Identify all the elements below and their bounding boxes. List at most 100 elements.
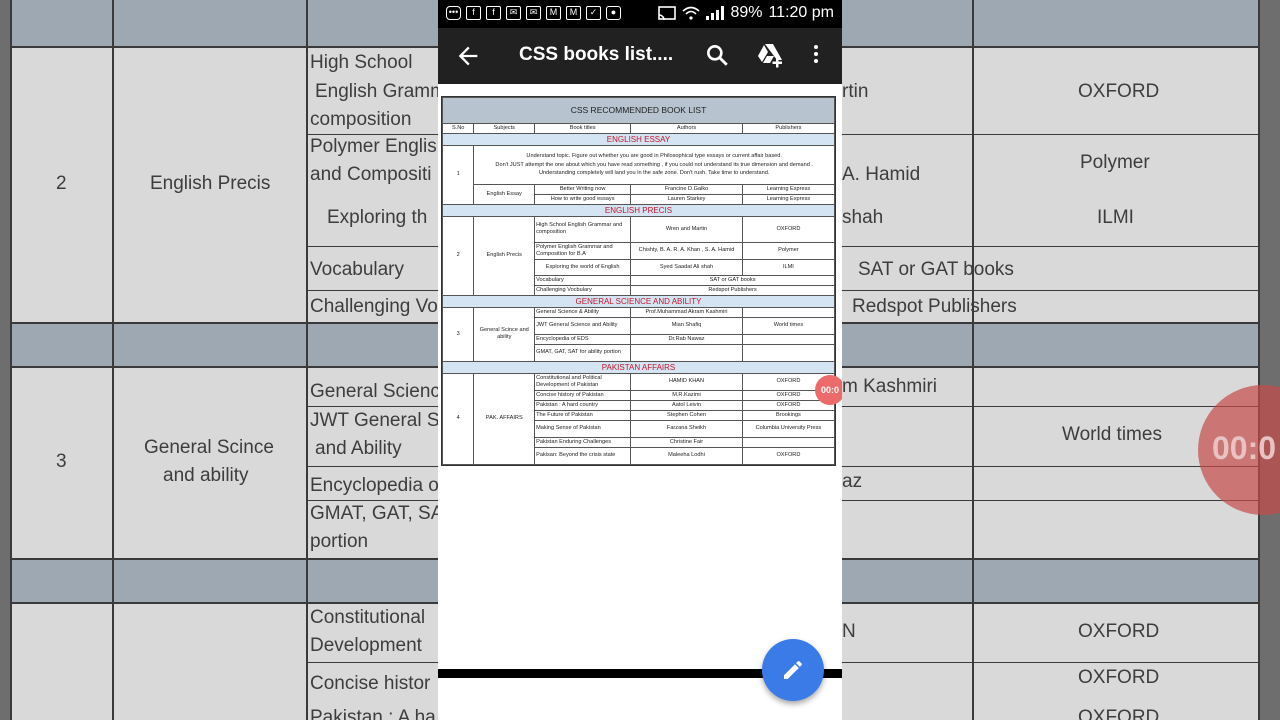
background-divider xyxy=(10,0,12,720)
book-author: Prof.Muhammad Akram Kashmiri xyxy=(630,306,743,318)
book-publisher xyxy=(741,306,836,318)
book-publisher: OXFORD xyxy=(741,446,836,465)
book-note: SAT or GAT books xyxy=(630,274,835,286)
book-publisher: Columbia University Press xyxy=(741,419,836,438)
document-title: CSS books list.... xyxy=(519,44,674,65)
book-publisher xyxy=(741,436,836,448)
book-title: Pakistan Enduring Challenges xyxy=(534,436,632,448)
background-text: Challenging Vo xyxy=(310,296,438,317)
book-title: Encyclopedia of EDS xyxy=(534,333,632,345)
background-text: General Scince xyxy=(144,437,274,458)
book-author: Wren and Martin xyxy=(630,215,743,243)
book-author: HAMID KHAN xyxy=(630,372,743,391)
background-divider xyxy=(972,0,974,720)
background-text: rtin xyxy=(842,81,869,102)
background-text: Polymer xyxy=(1080,152,1150,173)
book-author: Lauren Starkey xyxy=(630,193,743,205)
background-text: and Ability xyxy=(315,438,402,459)
status-right: 89% 11:20 pm xyxy=(658,4,834,22)
book-title: High School English Grammar and composit… xyxy=(534,215,632,243)
background-text: N xyxy=(842,621,856,642)
book-author: Aatol Leivin xyxy=(630,399,743,411)
subject-cell: English Essay xyxy=(473,183,536,205)
background-text: OXFORD xyxy=(1078,707,1160,720)
section-heading: PAKISTAN AFFAIRS xyxy=(442,360,835,374)
book-author: Stephen Cohen xyxy=(630,409,743,421)
book-title: Concise history of Pakistan xyxy=(534,389,632,401)
book-title: Vocabulary xyxy=(534,274,632,286)
background-text: General Scienc xyxy=(310,381,440,402)
background-text: m Kashmiri xyxy=(842,376,938,397)
facebook-icon: f xyxy=(466,6,481,20)
background-text: and ability xyxy=(163,465,249,486)
book-list-table: CSS RECOMMENDED BOOK LIST S.No Subjects … xyxy=(441,97,836,465)
background-text: Encyclopedia o xyxy=(310,475,439,496)
column-header: Authors xyxy=(630,123,743,134)
subject-cell: PAK. AFFAIRS xyxy=(473,372,536,465)
serial-number: 4 xyxy=(441,372,475,465)
background-text: composition xyxy=(310,109,412,130)
background-text: World times xyxy=(1062,424,1162,445)
book-author: Syed Saadat Ali shah xyxy=(630,258,743,276)
book-publisher: Learning Express xyxy=(741,193,836,205)
serial-number: 1 xyxy=(441,145,475,205)
message-icon: ••• xyxy=(446,6,461,20)
edit-button[interactable] xyxy=(762,639,824,701)
background-text: 2 xyxy=(56,173,67,194)
phone-screen: ••• f f ✉ ✉ M M ✓ ● 89% 11:20 pm CSS boo… xyxy=(438,0,842,720)
background-text: English Gramm xyxy=(315,81,446,102)
app-bar: CSS books list.... xyxy=(438,28,842,84)
column-header: S.No xyxy=(441,123,475,134)
book-publisher xyxy=(741,333,836,345)
book-title: Challenging Vocbulary xyxy=(534,284,632,296)
more-options-icon[interactable] xyxy=(810,42,822,68)
column-header: Book titles xyxy=(534,123,632,134)
battery-level: 89% xyxy=(730,4,763,21)
book-title: How to write good essays xyxy=(534,193,632,205)
background-text: Constitutional xyxy=(310,607,426,628)
book-author: Christine Fair xyxy=(630,436,743,448)
book-publisher: ILMI xyxy=(741,258,836,276)
back-arrow-icon[interactable] xyxy=(454,42,482,70)
facebook-icon: f xyxy=(486,6,501,20)
pdf-viewer[interactable]: CSS RECOMMENDED BOOK LIST S.No Subjects … xyxy=(438,84,842,670)
book-author: Francine D.Galko xyxy=(630,183,743,195)
book-publisher xyxy=(741,343,836,362)
note-line: Understand topic. Figure out whether you… xyxy=(526,153,782,159)
book-author: Chishty, B. A. R. A. Khan , S. A. Hamid xyxy=(630,241,743,260)
section-heading: ENGLISH PRECIS xyxy=(442,203,835,217)
book-author: Maleeha Lodhi xyxy=(630,446,743,465)
search-icon[interactable] xyxy=(704,42,730,68)
serial-number: 2 xyxy=(441,215,475,296)
background-text: Polymer Englis xyxy=(310,136,437,157)
book-title: Constitutional and Political Development… xyxy=(534,372,632,391)
background-text: English Precis xyxy=(150,173,271,194)
column-header: Publishers xyxy=(741,123,836,134)
background-text: Exploring th xyxy=(327,207,428,228)
background-text: ILMI xyxy=(1097,207,1134,228)
status-bar: ••• f f ✉ ✉ M M ✓ ● 89% 11:20 pm xyxy=(438,0,842,28)
subject-cell: General Scince and ability xyxy=(473,306,536,362)
book-title: Better Writing now xyxy=(534,183,632,195)
add-to-drive-icon[interactable] xyxy=(756,42,784,68)
background-text: OXFORD xyxy=(1078,81,1160,102)
table-title: CSS RECOMMENDED BOOK LIST xyxy=(442,97,835,124)
background-text: High School xyxy=(310,52,413,73)
camera-icon: ● xyxy=(606,6,621,20)
notification-icons: ••• f f ✉ ✉ M M ✓ ● xyxy=(446,6,621,20)
background-text: GMAT, GAT, SA xyxy=(310,503,444,524)
background-text: portion xyxy=(310,531,369,552)
book-title: Polymer English Grammar and Composition … xyxy=(534,241,632,260)
book-author: M.R.Kazimi xyxy=(630,389,743,401)
background-text: OXFORD xyxy=(1078,621,1160,642)
book-publisher: Learning Express xyxy=(741,183,836,195)
subject-cell: English Precis xyxy=(473,215,536,296)
book-title: Pakisan: Beyond the crisis state xyxy=(534,446,632,465)
note-line: Understanding completely will land you i… xyxy=(538,170,770,176)
background-text: and Compositi xyxy=(310,164,432,185)
document-page: CSS RECOMMENDED BOOK LIST S.No Subjects … xyxy=(441,96,836,466)
recording-badge[interactable]: 00:0 xyxy=(815,375,842,405)
book-title: Pakistan : A hard country xyxy=(534,399,632,411)
section-heading: GENERAL SCIENCE AND ABILITY xyxy=(442,294,835,308)
column-header: Subjects xyxy=(473,123,536,134)
